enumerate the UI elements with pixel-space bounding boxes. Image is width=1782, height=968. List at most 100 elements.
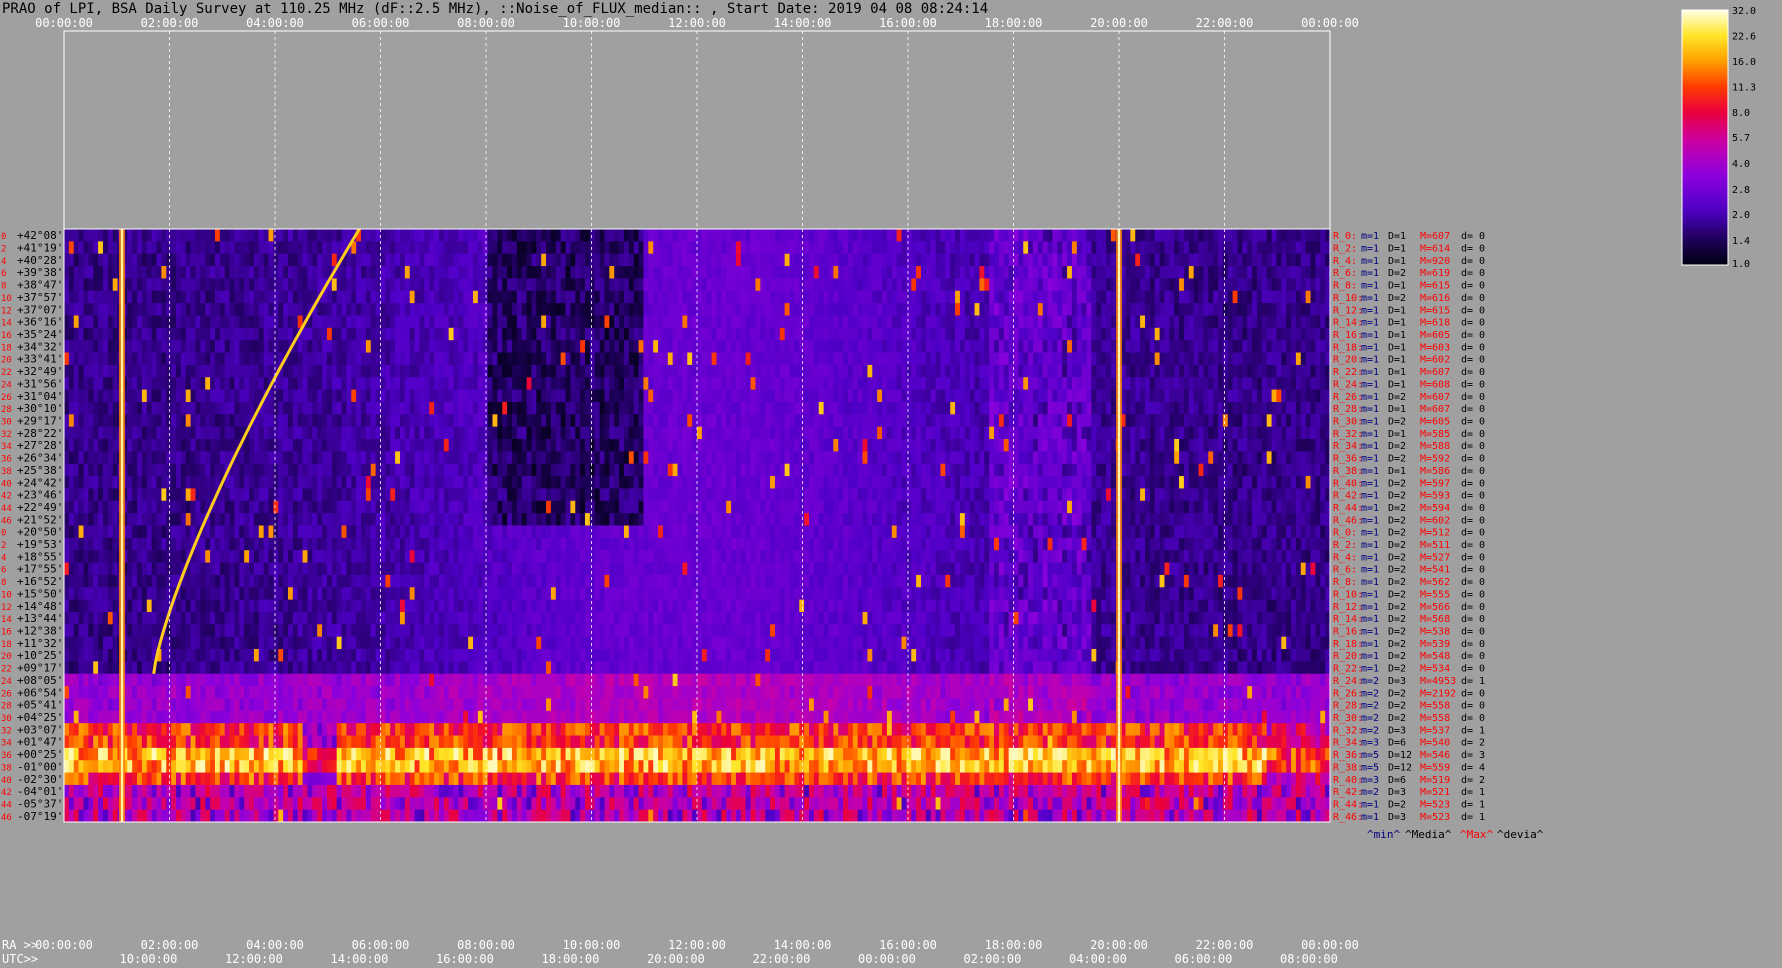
heatmap-cell xyxy=(107,266,114,279)
heatmap-cell xyxy=(541,303,547,316)
heatmap-cell xyxy=(283,266,289,279)
heatmap-cell xyxy=(526,266,533,279)
heatmap-cell xyxy=(404,315,411,329)
chart-svg: 00:00:00 02:00:00 04:00:00 06:00:00 08:00:00… xyxy=(1,6,1756,966)
heatmap-cell xyxy=(322,241,328,255)
heatmap-cell xyxy=(813,401,820,415)
heatmap-cell xyxy=(1042,377,1049,390)
heatmap-cell xyxy=(68,401,75,415)
heatmap-cell xyxy=(258,278,265,292)
heatmap-cell xyxy=(760,278,766,292)
heatmap-cell xyxy=(604,340,610,353)
heatmap-cell xyxy=(1096,401,1102,415)
heatmap-cell xyxy=(312,377,318,390)
heatmap-cell xyxy=(1106,266,1112,279)
heatmap-cell xyxy=(882,426,888,440)
heatmap-cell xyxy=(1144,401,1151,415)
heatmap-cell xyxy=(575,315,581,329)
heatmap-cell xyxy=(677,426,683,440)
heatmap-cell xyxy=(852,278,859,292)
heatmap-cell xyxy=(648,389,654,403)
heatmap-cell xyxy=(229,241,236,255)
heatmap-cell xyxy=(1135,364,1141,378)
heatmap-cell xyxy=(1144,290,1151,304)
heatmap-cell xyxy=(1208,340,1214,353)
heatmap-cell xyxy=(989,241,995,255)
heatmap-cell xyxy=(1208,315,1214,329)
heatmap-cell xyxy=(623,426,630,440)
heatmap-cell xyxy=(395,401,401,415)
heatmap-cell xyxy=(852,327,859,341)
heatmap-cell xyxy=(1169,290,1175,304)
heatmap-cell xyxy=(662,340,669,353)
heatmap-cell xyxy=(585,401,591,415)
heatmap-cell xyxy=(1271,266,1278,279)
heatmap-cell xyxy=(1032,439,1039,452)
heatmap-cell xyxy=(326,327,333,341)
heatmap-cell xyxy=(473,401,479,415)
heatmap-cell xyxy=(1222,364,1229,378)
heatmap-cell xyxy=(619,389,625,403)
heatmap-cell xyxy=(901,451,907,465)
heatmap-cell xyxy=(1247,451,1253,465)
heatmap-cell xyxy=(580,389,586,403)
heatmap-cell xyxy=(1135,229,1141,242)
heatmap-cell xyxy=(969,364,976,378)
heatmap-cell xyxy=(356,303,362,316)
heatmap-cell xyxy=(794,340,800,353)
heatmap-cell xyxy=(740,253,747,267)
heatmap-cell xyxy=(1110,352,1117,366)
heatmap-cell xyxy=(492,401,498,415)
heatmap-cell xyxy=(112,290,119,304)
heatmap-cell xyxy=(1101,377,1107,390)
heatmap-cell xyxy=(857,352,864,366)
heatmap-cell xyxy=(224,389,231,403)
heatmap-cell xyxy=(1028,401,1034,415)
heatmap-cell xyxy=(852,377,859,390)
heatmap-cell xyxy=(916,278,922,292)
heatmap-cell xyxy=(1237,451,1243,465)
heatmap-cell xyxy=(390,426,396,440)
heatmap-cell xyxy=(1315,389,1321,403)
heatmap-cell xyxy=(804,303,810,316)
heatmap-cell xyxy=(161,389,167,403)
heatmap-cell xyxy=(390,352,396,366)
heatmap-cell xyxy=(253,303,260,316)
heatmap-cell xyxy=(287,389,294,403)
heatmap-cell xyxy=(984,389,990,403)
heatmap-cell xyxy=(507,352,513,366)
heatmap-cell xyxy=(395,290,401,304)
heatmap-cell xyxy=(1052,303,1058,316)
heatmap-cell xyxy=(662,278,669,292)
heatmap-cell xyxy=(390,253,396,267)
heatmap-cell xyxy=(1276,364,1282,378)
heatmap-cell xyxy=(653,426,659,440)
heatmap-cell xyxy=(901,266,907,279)
heatmap-cell xyxy=(755,266,761,279)
heatmap-cell xyxy=(141,414,148,428)
top-tick-label: 16:00:00 xyxy=(879,16,937,30)
heatmap-cell xyxy=(1149,303,1156,316)
heatmap-cell xyxy=(755,253,761,267)
heatmap-cell xyxy=(1140,389,1146,403)
heatmap-cell xyxy=(1130,426,1136,440)
heatmap-cell xyxy=(83,290,89,304)
heatmap-cell xyxy=(127,266,133,279)
heatmap-cell xyxy=(653,290,659,304)
heatmap-cell xyxy=(1081,352,1088,366)
heatmap-cell xyxy=(361,253,367,267)
heatmap-cell xyxy=(399,253,406,267)
heatmap-cell xyxy=(648,241,654,255)
heatmap-cell xyxy=(760,241,766,255)
heatmap-cell xyxy=(1154,377,1161,390)
heatmap-cell xyxy=(219,315,226,329)
heatmap-cell xyxy=(239,315,245,329)
heatmap-cell xyxy=(492,340,498,353)
heatmap-cell xyxy=(872,290,878,304)
heatmap-cell xyxy=(1076,303,1083,316)
heatmap-cell xyxy=(253,229,260,242)
heatmap-cell xyxy=(180,439,187,452)
heatmap-cell xyxy=(1159,290,1166,304)
heatmap-cell xyxy=(804,414,810,428)
heatmap-cell xyxy=(83,414,89,428)
